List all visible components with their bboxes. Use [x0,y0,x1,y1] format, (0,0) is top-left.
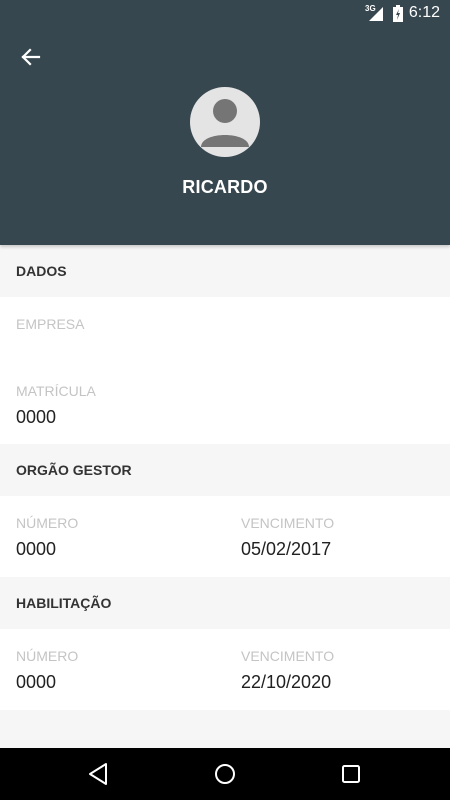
nav-recents-button[interactable] [337,760,365,788]
empresa-label: EMPRESA [16,316,85,332]
content-footer-divider [0,710,450,748]
square-recents-icon [342,765,360,783]
profile-name: RICARDO [182,177,268,197]
section-header-orgao-gestor: ORGÃO GESTOR [0,444,450,496]
matricula-value: 0000 [16,407,57,427]
status-time: 6:12 [408,4,440,21]
orgao-numero-label: NÚMERO [16,515,79,531]
orgao-numero-value: 0000 [16,539,57,559]
avatar [190,87,260,157]
habilitacao-vencimento-label: VENCIMENTO [241,648,335,664]
section-header-habilitacao: HABILITAÇÃO [0,577,450,629]
habilitacao-numero-label: NÚMERO [16,648,79,664]
battery-icon [393,5,403,22]
arrow-left-icon [21,48,41,66]
habilitacao-vencimento-value: 22/10/2020 [241,672,332,692]
back-button[interactable] [16,42,46,72]
nav-back-button[interactable] [84,760,112,788]
triangle-back-icon [89,763,107,785]
orgao-vencimento-label: VENCIMENTO [241,515,335,531]
circle-home-icon [215,764,235,784]
navigation-bar [0,748,450,800]
nav-home-button[interactable] [211,760,239,788]
orgao-vencimento-value: 05/02/2017 [241,539,332,559]
section-header-dados: DADOS [0,245,450,297]
screen: 3G 6:12 RICARDO DADOS EMPRESA MATRÍCULA … [0,0,450,800]
habilitacao-numero-value: 0000 [16,672,57,692]
person-icon [201,99,249,147]
signal-icon [369,7,383,21]
matricula-label: MATRÍCULA [16,383,96,399]
profile-header: 3G 6:12 RICARDO [0,0,450,245]
status-bar: 3G 6:12 [0,0,450,28]
